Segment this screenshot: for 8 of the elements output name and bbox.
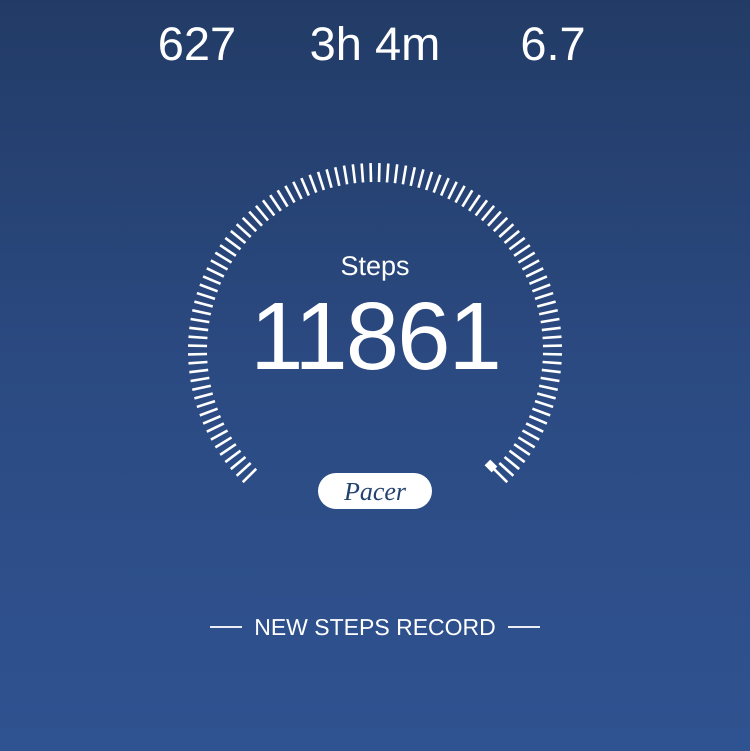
gauge-marker-icon [484, 460, 498, 472]
pacer-logo: Pacer [318, 473, 432, 509]
steps-label: Steps [340, 250, 410, 282]
stat-value: 3h 4m [310, 16, 440, 72]
record-title: NEW STEPS RECORD [254, 613, 496, 642]
stat-value: 627 [158, 16, 236, 72]
steps-count: 11861 [250, 282, 500, 392]
stat-value: 6.7 [520, 16, 586, 72]
